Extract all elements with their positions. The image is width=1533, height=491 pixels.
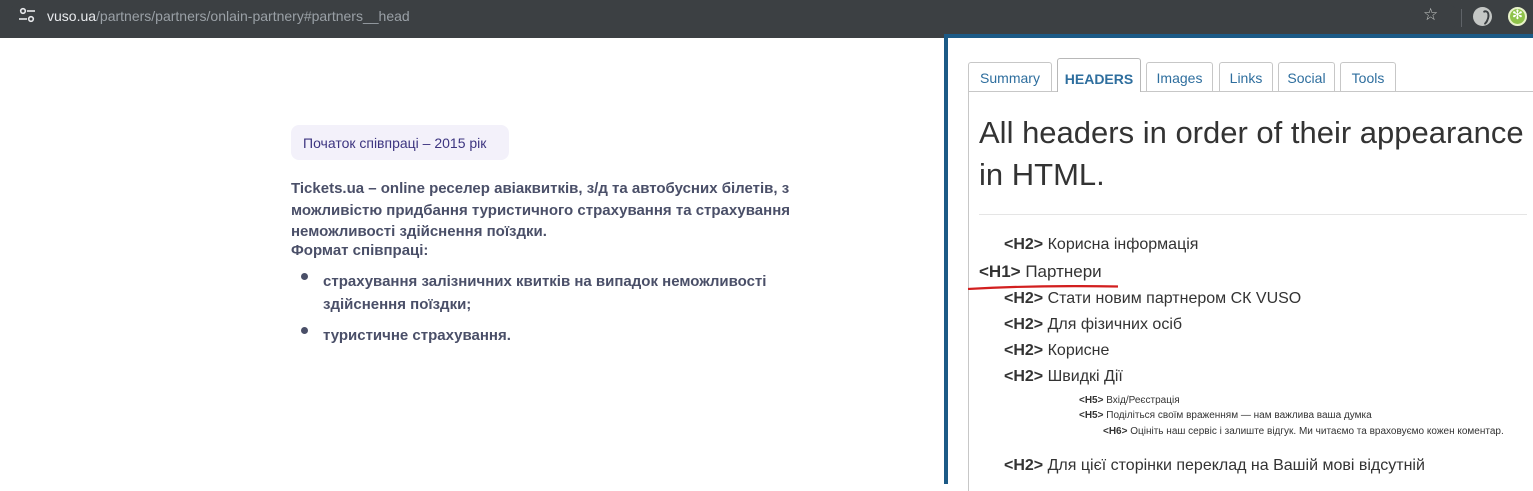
- header-text: Швидкі Дії: [1047, 368, 1123, 385]
- header-item: <H2> Стати новим партнером СК VUSO: [1004, 290, 1301, 308]
- header-item: <H2> Швидкі Дії: [1004, 368, 1123, 386]
- header-text: Оцініть наш сервіс і залиште відгук. Ми …: [1130, 426, 1504, 437]
- list-item-text: туристичне страхування.: [323, 327, 511, 344]
- header-text: Стати новим партнером СК VUSO: [1047, 290, 1302, 307]
- extension-seo-icon[interactable]: [1508, 7, 1527, 26]
- header-item: <H2> Корисне: [1004, 342, 1109, 360]
- url-host: vuso.ua: [47, 8, 97, 24]
- header-tag: <H6>: [1103, 426, 1128, 437]
- header-tag: <H5>: [1079, 395, 1104, 406]
- header-item: <H5> Вхід/Реєстрація: [1079, 395, 1180, 406]
- header-text: Вхід/Реєстрація: [1106, 395, 1180, 406]
- site-info-icon[interactable]: [18, 7, 36, 23]
- format-list: страхування залізничних квитків на випад…: [301, 270, 771, 355]
- header-tag: <H2>: [1004, 342, 1044, 359]
- partner-description: Tickets.ua – online реселер авіаквитків,…: [291, 180, 791, 240]
- header-item: <H6> Оцініть наш сервіс і залиште відгук…: [1103, 424, 1523, 439]
- list-item-text: страхування залізничних квитків на випад…: [323, 273, 767, 313]
- header-item-h1: <H1> Партнери: [979, 262, 1102, 282]
- panel-title: All headers in order of their appearance…: [979, 115, 1524, 192]
- tab-tools[interactable]: Tools: [1340, 62, 1396, 91]
- browser-toolbar: vuso.ua/partners/partners/onlain-partner…: [0, 0, 1533, 38]
- url-text[interactable]: vuso.ua/partners/partners/onlain-partner…: [47, 8, 410, 24]
- extension-icon[interactable]: [1473, 7, 1492, 26]
- header-text: Для цієї сторінки переклад на Вашій мові…: [1047, 457, 1425, 474]
- header-tag: <H5>: [1079, 410, 1104, 421]
- header-text: Поділіться своїм враженням — нам важлива…: [1106, 410, 1372, 421]
- toolbar-divider: [1461, 9, 1462, 27]
- header-item: <H2> Корисна інформація: [1004, 236, 1198, 254]
- bookmark-star-icon[interactable]: ☆: [1423, 5, 1438, 25]
- header-item: <H5> Поділіться своїм враженням — нам ва…: [1079, 410, 1372, 421]
- header-text: Партнери: [1025, 262, 1102, 281]
- format-label: Формат співпраці:: [291, 242, 429, 259]
- header-tag: <H2>: [1004, 236, 1044, 253]
- tab-links[interactable]: Links: [1219, 62, 1273, 91]
- header-text: Корисна інформація: [1047, 236, 1199, 253]
- header-text: Для фізичних осіб: [1047, 316, 1183, 333]
- tab-images[interactable]: Images: [1146, 62, 1213, 91]
- header-tag: <H2>: [1004, 368, 1044, 385]
- tab-headers[interactable]: HEADERS: [1057, 58, 1141, 92]
- header-tag: <H2>: [1004, 290, 1044, 307]
- title-divider: [979, 214, 1527, 215]
- url-path: /partners/partners/onlain-partnery#partn…: [96, 8, 410, 24]
- bullet-dot: [301, 273, 308, 280]
- header-text: Корисне: [1047, 342, 1110, 359]
- header-item: <H2> Для цієї сторінки переклад на Вашій…: [1004, 457, 1425, 475]
- seo-extension-panel: Summary HEADERS Images Links Social Tool…: [944, 34, 1533, 491]
- list-item: страхування залізничних квитків на випад…: [301, 270, 771, 316]
- tab-summary[interactable]: Summary: [968, 62, 1052, 91]
- start-year-badge: Початок співпраці – 2015 рік: [291, 125, 509, 160]
- header-tag: <H2>: [1004, 316, 1044, 333]
- tab-social[interactable]: Social: [1278, 62, 1335, 91]
- header-item: <H2> Для фізичних осіб: [1004, 316, 1182, 334]
- header-tag: <H1>: [979, 262, 1021, 281]
- bullet-dot: [301, 327, 308, 334]
- list-item: туристичне страхування.: [301, 324, 771, 347]
- header-tag: <H2>: [1004, 457, 1044, 474]
